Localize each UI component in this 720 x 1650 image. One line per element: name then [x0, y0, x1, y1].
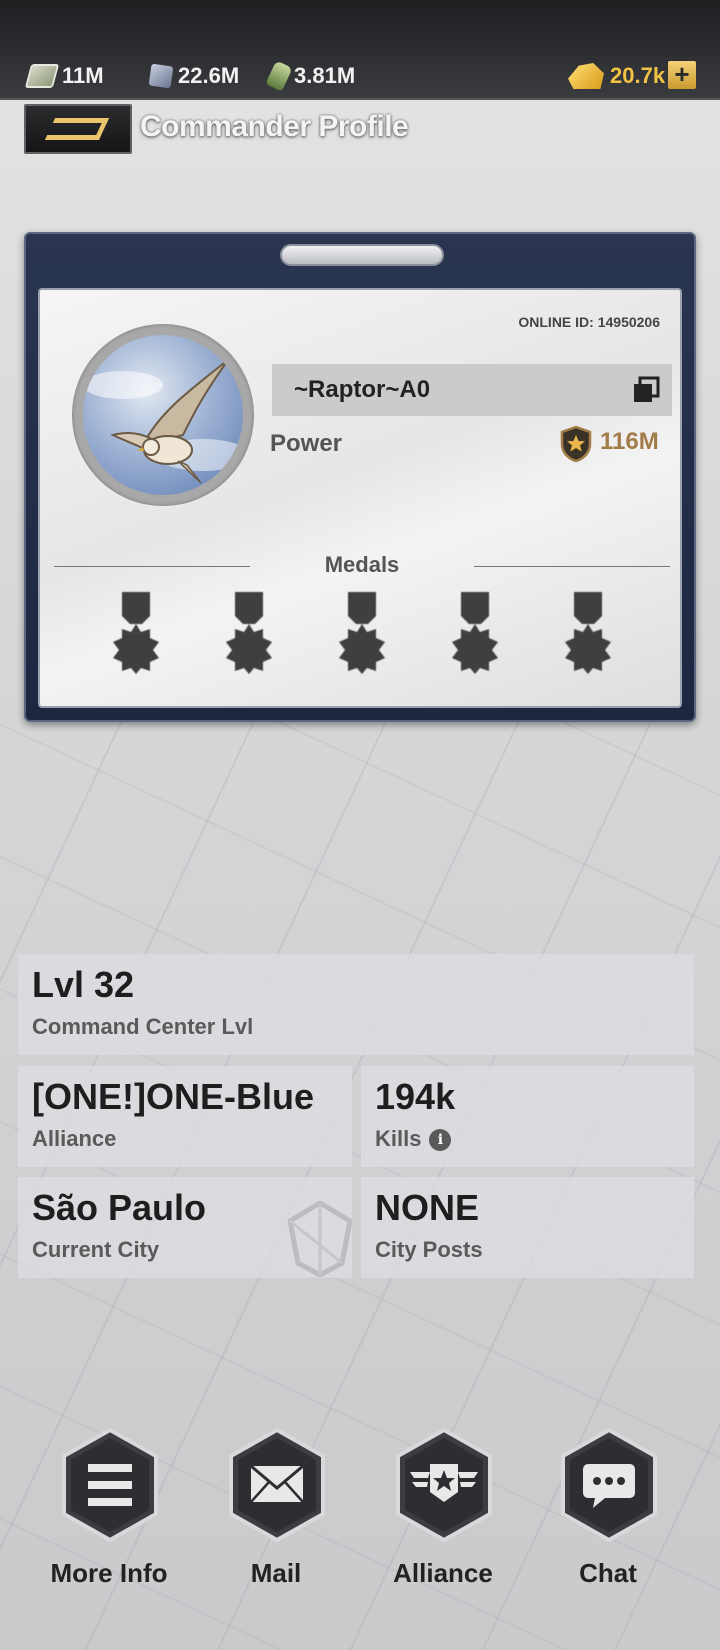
profile-card-body: ONLINE ID: 14950206 ~Raptor~A0 Power 116… [38, 288, 682, 708]
alliance-label-button: Alliance [393, 1558, 493, 1588]
mail-label: Mail [250, 1558, 302, 1588]
alliance-emblem-icon [396, 1428, 492, 1542]
city-watermark-icon [288, 1201, 352, 1277]
chat-button[interactable]: Chat [533, 1428, 683, 1588]
alliance-panel[interactable]: [ONE!]ONE-Blue Alliance [18, 1066, 352, 1167]
alliance-label: Alliance [32, 1126, 117, 1151]
menu-icon [62, 1428, 158, 1542]
info-icon[interactable]: i [429, 1129, 452, 1152]
resource-gold[interactable]: 20.7k [568, 60, 665, 92]
card-clip [280, 244, 444, 266]
cash-value: 11M [62, 63, 104, 88]
command-center-level-value: Lvl 32 [32, 964, 135, 1005]
alliance-button[interactable]: Alliance [368, 1428, 518, 1588]
locked-medal-icon[interactable] [445, 590, 505, 674]
supply-box-icon [148, 63, 174, 89]
gold-value: 20.7k [610, 63, 666, 88]
city-posts-panel: NONE City Posts [361, 1177, 694, 1278]
cash-icon [24, 64, 60, 88]
oil-value: 3.81M [294, 63, 356, 88]
kills-value: 194k [375, 1076, 456, 1117]
back-arrow-icon [44, 118, 110, 140]
avatar[interactable] [72, 324, 254, 506]
resource-cash[interactable]: 11M [24, 60, 104, 92]
page-title: Commander Profile [140, 110, 409, 143]
city-posts-label: City Posts [375, 1237, 483, 1262]
locked-medal-icon[interactable] [106, 590, 166, 674]
command-center-level-label: Command Center Lvl [32, 1014, 254, 1039]
more-info-button[interactable]: More Info [34, 1428, 184, 1588]
kills-panel: 194k Kills i [361, 1066, 694, 1167]
chat-label: Chat [579, 1558, 637, 1588]
locked-medal-icon[interactable] [332, 590, 392, 674]
alliance-value: [ONE!]ONE-Blue [32, 1076, 314, 1117]
oil-bottle-icon [265, 60, 293, 92]
copy-icon[interactable] [632, 376, 660, 404]
current-city-panel: São Paulo Current City [18, 1177, 352, 1278]
locked-medal-icon[interactable] [219, 590, 279, 674]
power-value: 116M [600, 428, 659, 455]
medals-divider-right [474, 566, 670, 567]
locked-medal-icon[interactable] [558, 590, 618, 674]
supplies-value: 22.6M [178, 63, 240, 88]
resource-supplies[interactable]: 22.6M [148, 60, 240, 92]
mail-button[interactable]: Mail [201, 1428, 351, 1588]
current-city-value: São Paulo [32, 1187, 207, 1228]
gold-bars-icon [568, 63, 604, 89]
command-center-level-panel: Lvl 32 Command Center Lvl [18, 954, 694, 1055]
add-gold-button[interactable]: + [668, 61, 696, 89]
kills-label: Kills [375, 1126, 422, 1151]
current-city-label: Current City [32, 1237, 160, 1262]
city-posts-value: NONE [375, 1187, 480, 1228]
resource-bar: 11M 22.6M 3.81M 20.7k + [0, 0, 720, 100]
medals-label: Medals [324, 552, 400, 577]
online-id: ONLINE ID: 14950206 [518, 314, 660, 330]
commander-name-box: ~Raptor~A0 [272, 364, 672, 416]
kills-label-row: Kills i [375, 1126, 452, 1152]
power-shield-icon [560, 425, 592, 463]
more-info-label: More Info [50, 1558, 168, 1588]
chat-bubble-icon [561, 1428, 657, 1542]
power-label: Power [270, 430, 343, 457]
resource-oil[interactable]: 3.81M [265, 60, 356, 92]
back-button[interactable] [24, 104, 132, 154]
eagle-avatar-image [83, 335, 243, 495]
profile-card: ONLINE ID: 14950206 ~Raptor~A0 Power 116… [24, 232, 696, 722]
mail-icon [229, 1428, 325, 1542]
commander-name: ~Raptor~A0 [294, 376, 431, 403]
